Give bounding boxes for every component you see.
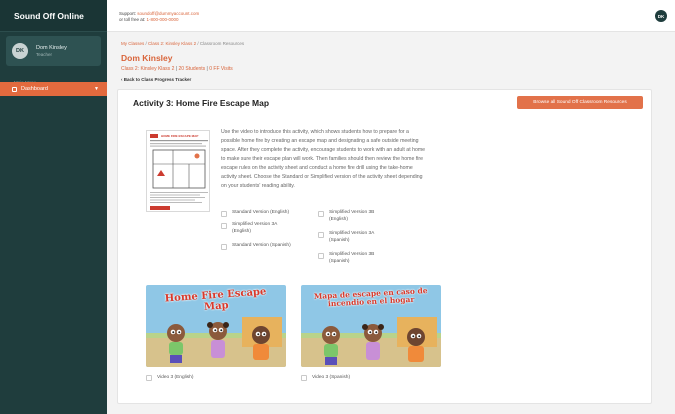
- sidebar: Sound Off Online DK Dom Kinsley Teacher …: [0, 0, 107, 414]
- breadcrumb: My Classes / Class 2: Kinsley Klass 2 / …: [121, 41, 245, 46]
- checkbox[interactable]: [318, 252, 324, 259]
- user-name: Dom Kinsley: [36, 45, 67, 52]
- video-label-spanish[interactable]: Video 3 (Spanish): [301, 374, 350, 381]
- option-label: Simplified Version 3A (English): [232, 222, 278, 234]
- activity-description: Use the video to introduce this activity…: [221, 129, 426, 189]
- chevron-down-icon: ▼: [94, 86, 99, 92]
- user-card[interactable]: DK Dom Kinsley Teacher: [6, 36, 101, 66]
- breadcrumb-item[interactable]: Class 2: Kinsley Klass 2: [148, 41, 196, 46]
- account-avatar[interactable]: DK: [655, 10, 667, 22]
- option-standard-english[interactable]: Standard Version (English): [221, 210, 321, 217]
- worksheet-thumbnail[interactable]: HOME FIRE ESCAPE MAP: [146, 130, 210, 212]
- student-count: 20 Students: [178, 66, 206, 72]
- activity-card: Activity 3: Home Fire Escape Map Browse …: [117, 89, 652, 404]
- avatar: DK: [12, 43, 28, 59]
- worksheet-preview-icon: [147, 131, 209, 211]
- support-email-link[interactable]: soundoff@dummyaccount.com: [137, 11, 199, 16]
- checkbox[interactable]: [301, 374, 307, 381]
- breadcrumb-item[interactable]: My Classes: [121, 41, 144, 46]
- brand-logo[interactable]: Sound Off Online: [0, 0, 107, 32]
- back-link[interactable]: ‹ Back to Class Progress Tracker: [121, 77, 191, 82]
- activity-title: Activity 3: Home Fire Escape Map: [133, 98, 270, 108]
- checkbox[interactable]: [221, 210, 227, 217]
- visit-count: 0 FF Visits: [209, 66, 233, 72]
- option-label: Standard Version (English): [232, 210, 290, 215]
- support-info: Support: soundoff@dummyaccount.com or to…: [119, 11, 199, 23]
- option-simplified-3a-english[interactable]: Simplified Version 3A (English): [221, 222, 291, 236]
- page-title: Dom Kinsley: [121, 53, 173, 63]
- option-label: Simplified Version 3B (Spanish): [329, 252, 375, 264]
- worksheet-title: HOME FIRE ESCAPE MAP: [161, 133, 199, 138]
- video-label-english[interactable]: Video 3 (English): [146, 374, 193, 381]
- video-label-text: Video 3 (Spanish): [312, 374, 351, 380]
- browse-resources-button[interactable]: Browse all Sound Off Classroom Resources: [517, 96, 643, 109]
- class-info: Class 2: Kinsley Klass 2 | 20 Students |…: [121, 66, 233, 72]
- dashboard-icon: [12, 86, 17, 92]
- video-thumbnail-english[interactable]: Home Fire Escape Map: [146, 285, 286, 367]
- option-label: Simplified Version 3A (Spanish): [329, 231, 375, 243]
- option-label: Standard Version (Spanish): [232, 243, 291, 248]
- option-standard-spanish[interactable]: Standard Version (Spanish): [221, 243, 321, 250]
- option-simplified-3b-english[interactable]: Simplified Version 3B (English): [318, 210, 388, 224]
- class-name: Class 2: Kinsley Klass 2: [121, 66, 175, 72]
- video-thumbnail-spanish[interactable]: Mapa de escape en caso de incendio en el…: [301, 285, 441, 367]
- sidebar-item-dashboard[interactable]: Dashboard ▼: [0, 82, 107, 96]
- toll-free-link[interactable]: 1-800-000-0000: [147, 17, 179, 22]
- option-simplified-3a-spanish[interactable]: Simplified Version 3A (Spanish): [318, 231, 388, 245]
- checkbox[interactable]: [221, 222, 227, 229]
- breadcrumb-current: Classroom Resources: [199, 41, 245, 46]
- option-label: Simplified Version 3B (English): [329, 210, 375, 222]
- top-bar: Support: soundoff@dummyaccount.com or to…: [107, 0, 675, 32]
- checkbox[interactable]: [318, 210, 324, 217]
- checkbox[interactable]: [221, 243, 227, 250]
- toll-free-label: or toll free at:: [119, 17, 146, 23]
- option-simplified-3b-spanish[interactable]: Simplified Version 3B (Spanish): [318, 252, 388, 266]
- checkbox[interactable]: [146, 374, 152, 381]
- support-label: Support:: [119, 11, 137, 16]
- sidebar-item-label: Dashboard: [21, 86, 48, 92]
- checkbox[interactable]: [318, 231, 324, 238]
- user-role: Teacher: [36, 51, 53, 57]
- video-label-text: Video 3 (English): [157, 374, 194, 380]
